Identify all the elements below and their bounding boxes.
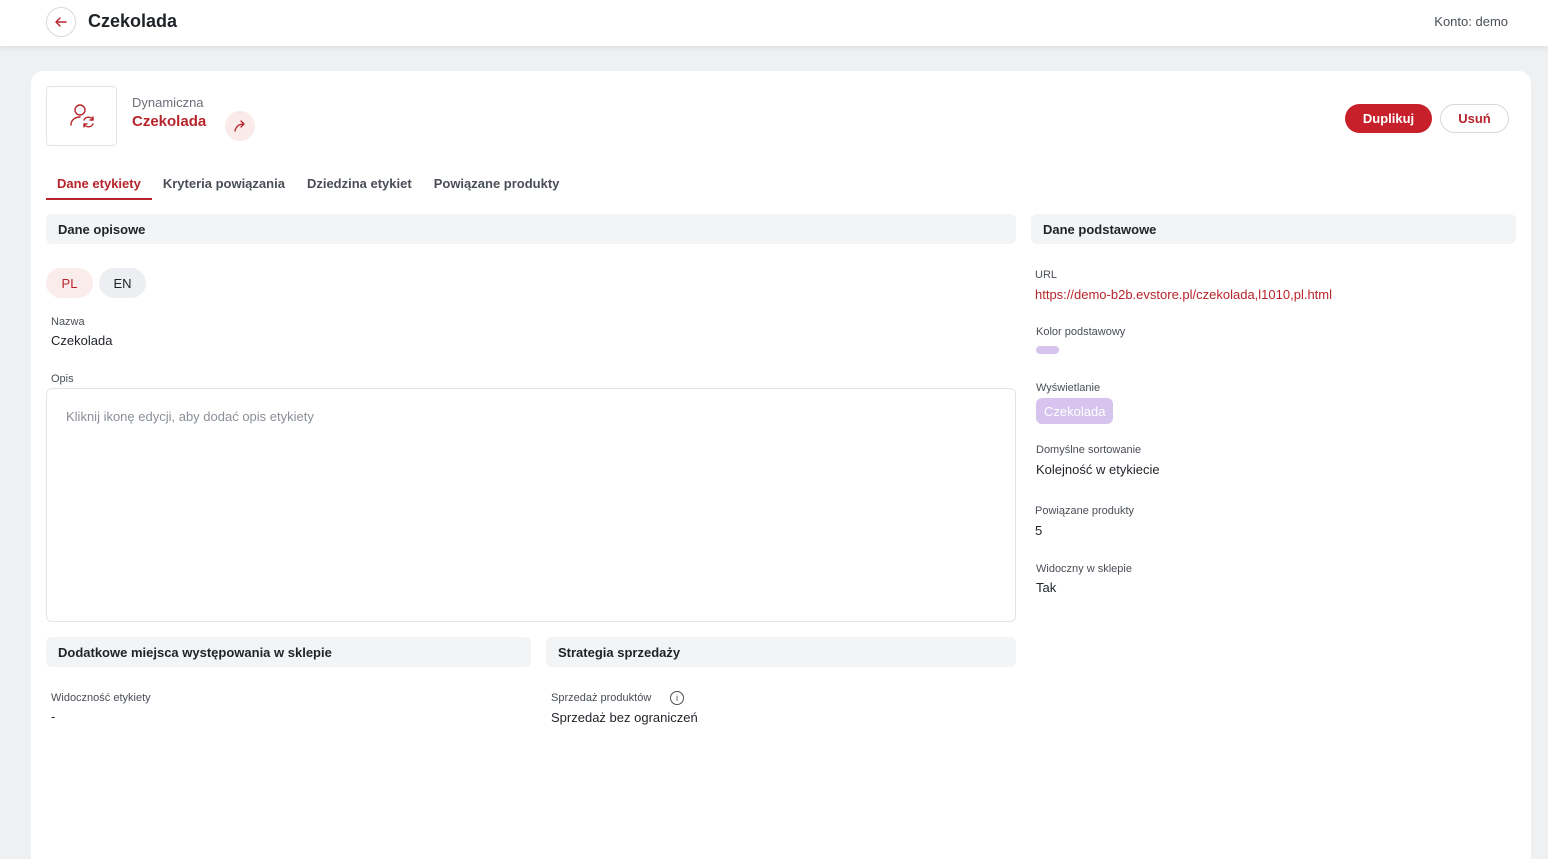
page-title: Czekolada [88, 11, 178, 31]
display-chip: Czekolada [1036, 398, 1114, 424]
description-label: Opis [51, 373, 74, 385]
language-pl-button[interactable]: PL [46, 268, 93, 298]
duplicate-button[interactable]: Duplikuj [1345, 104, 1432, 133]
color-swatch [1036, 346, 1059, 354]
tab-related-products[interactable]: Powiązane produkty [423, 167, 571, 200]
sort-label: Domyślne sortowanie [1036, 444, 1142, 456]
main-card: Dynamiczna Czekolada Duplikuj Usuń Dane … [31, 71, 1531, 859]
visible-label: Widoczny w sklepie [1036, 563, 1132, 575]
visibility-value: - [51, 709, 56, 724]
section-basic-data: Dane podstawowe [1031, 214, 1516, 244]
related-products-label: Powiązane produkty [1035, 505, 1135, 517]
back-button[interactable] [46, 7, 76, 37]
name-value: Czekolada [51, 333, 113, 348]
visible-value: Tak [1036, 580, 1057, 595]
sales-label: Sprzedaż produktów [551, 692, 652, 704]
label-name: Czekolada [132, 113, 207, 130]
tab-bar: Dane etykiety Kryteria powiązania Dziedz… [46, 167, 570, 201]
display-label: Wyświetlanie [1036, 382, 1101, 394]
label-type: Dynamiczna [132, 95, 204, 110]
sales-value: Sprzedaż bez ograniczeń [551, 710, 698, 725]
section-additional-places: Dodatkowe miejsca występowania w sklepie [46, 637, 531, 667]
name-label: Nazwa [51, 316, 85, 328]
tab-label-data[interactable]: Dane etykiety [46, 167, 152, 200]
section-descriptive: Dane opisowe [46, 214, 1016, 244]
top-bar: Czekolada Konto: demo [0, 0, 1548, 46]
account-label[interactable]: Konto: demo [1434, 14, 1508, 29]
arrow-left-icon [55, 17, 67, 27]
sort-value: Kolejność w etykiecie [1036, 462, 1160, 477]
delete-button[interactable]: Usuń [1440, 104, 1509, 133]
visibility-label: Widoczność etykiety [51, 692, 151, 704]
description-field[interactable]: Kliknij ikonę edycji, aby dodać opis ety… [46, 388, 1016, 622]
section-sales-strategy: Strategia sprzedaży [546, 637, 1016, 667]
label-thumbnail [46, 86, 117, 146]
share-button[interactable] [225, 111, 255, 141]
info-icon[interactable]: i [670, 691, 684, 705]
user-sync-icon [69, 104, 94, 128]
language-en-button[interactable]: EN [99, 268, 146, 298]
tab-matching-criteria[interactable]: Kryteria powiązania [152, 167, 296, 200]
url-link[interactable]: https://demo-b2b.evstore.pl/czekolada,l1… [1035, 287, 1332, 302]
url-label: URL [1035, 269, 1058, 281]
tab-label-domain[interactable]: Dziedzina etykiet [296, 167, 423, 200]
related-products-value: 5 [1035, 523, 1043, 538]
color-label: Kolor podstawowy [1036, 326, 1126, 338]
share-arrow-icon [234, 120, 245, 132]
